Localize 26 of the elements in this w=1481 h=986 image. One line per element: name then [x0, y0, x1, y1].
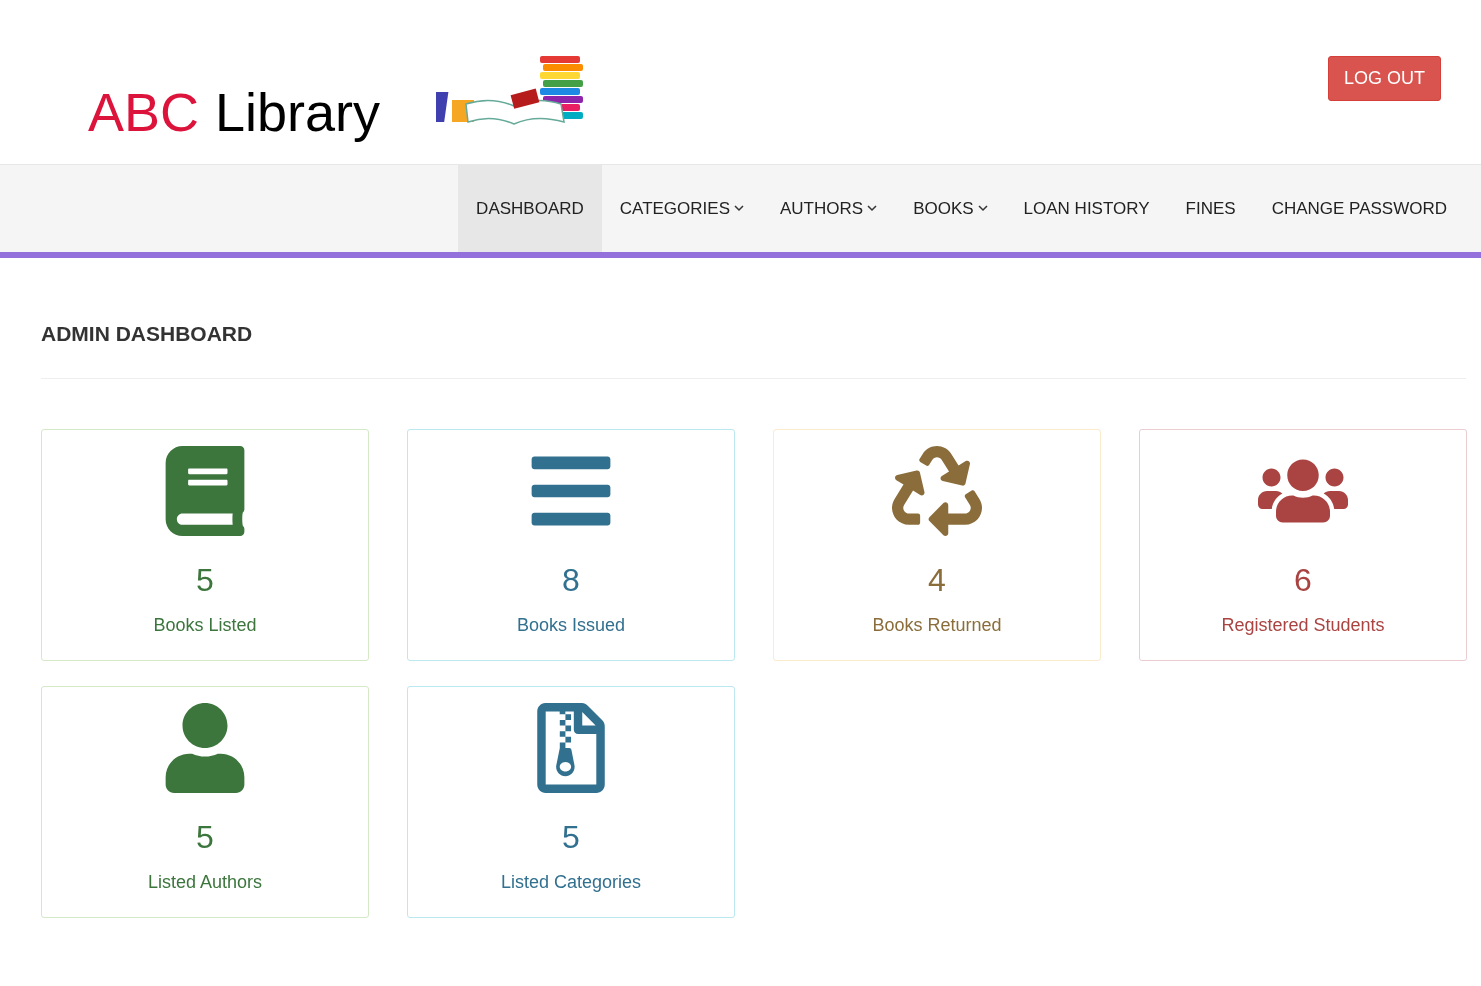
- chevron-down-icon: [977, 205, 988, 212]
- chevron-down-icon: [867, 205, 878, 212]
- stat-count: 4: [928, 563, 946, 596]
- stat-label: Books Returned: [872, 613, 1002, 637]
- stat-label: Books Issued: [516, 613, 626, 637]
- stat-count: 5: [562, 820, 580, 853]
- stat-label: Listed Authors: [147, 870, 263, 894]
- stat-label: Registered Students: [1221, 613, 1385, 637]
- logout-button[interactable]: LOG OUT: [1328, 55, 1441, 101]
- nav-link[interactable]: BOOKS: [895, 165, 1006, 252]
- stat-label: Books Listed: [153, 613, 257, 637]
- nav-link[interactable]: FINES: [1167, 165, 1254, 252]
- stat-count: 6: [1294, 563, 1312, 596]
- stat-count: 8: [562, 563, 580, 596]
- stat-count: 5: [196, 820, 214, 853]
- recycle-icon: [892, 445, 982, 536]
- page-title: ADMIN DASHBOARD: [41, 321, 254, 347]
- nav-link[interactable]: LOAN HISTORY: [1005, 165, 1168, 252]
- nav-link[interactable]: AUTHORS: [762, 165, 896, 252]
- nav-link[interactable]: DASHBOARD: [458, 165, 602, 252]
- nav-link[interactable]: CATEGORIES: [601, 165, 762, 252]
- logo-accent: ABC: [88, 85, 200, 139]
- chevron-down-icon: [734, 205, 744, 212]
- nav-link[interactable]: CHANGE PASSWORD: [1253, 165, 1465, 252]
- stat-count: 5: [196, 563, 214, 596]
- stat-label: Listed Categories: [500, 870, 642, 894]
